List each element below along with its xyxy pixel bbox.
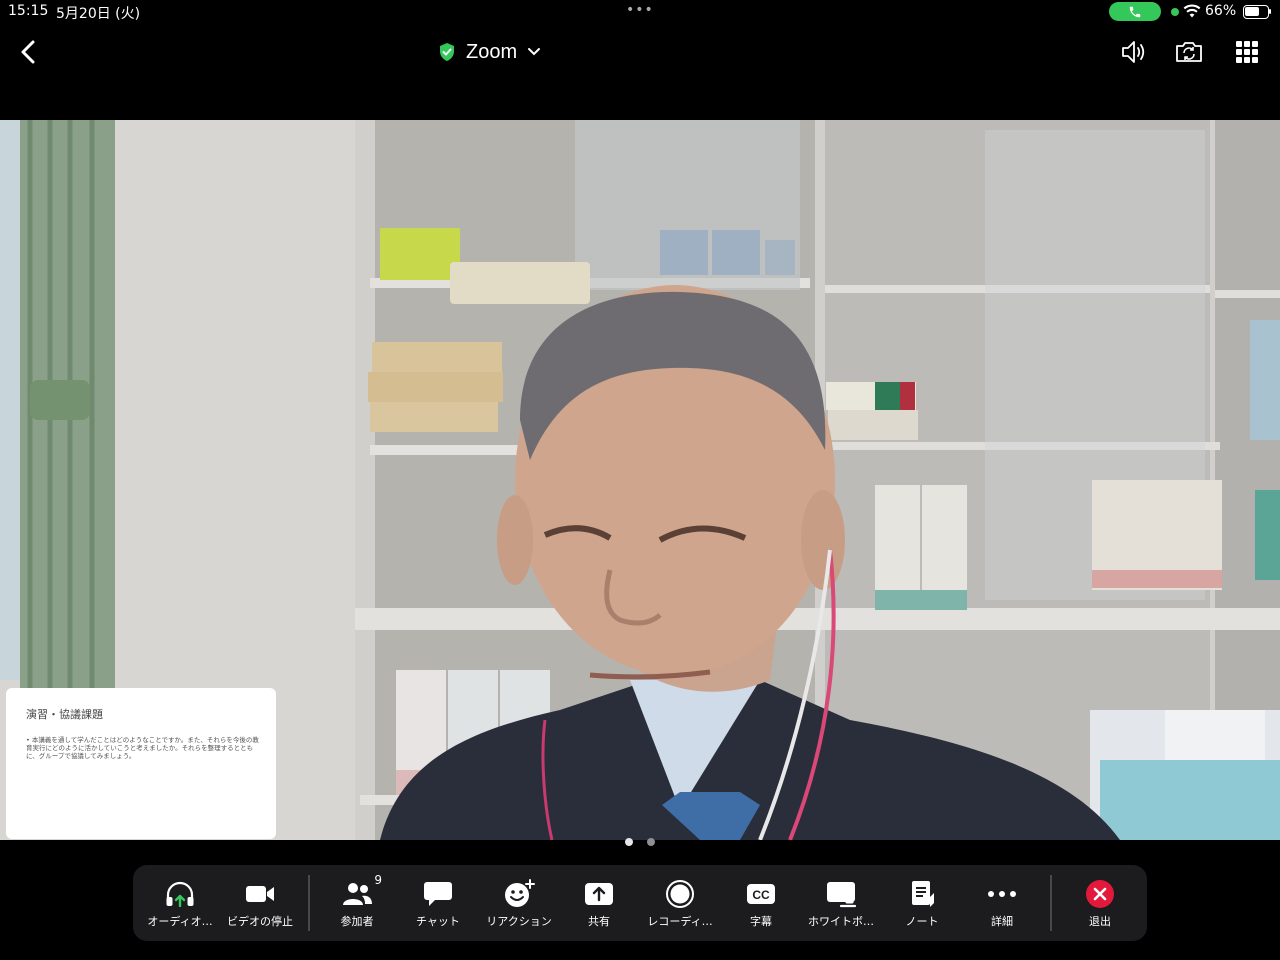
stop-video-label: ビデオの停止 <box>227 915 293 928</box>
closed-captions-icon: CC <box>747 884 775 904</box>
svg-text:CC: CC <box>752 888 770 902</box>
slide-title: 演習・協議課題 <box>26 708 103 721</box>
back-button[interactable] <box>16 36 44 68</box>
mic-in-use-indicator <box>1171 8 1179 16</box>
headphones-icon <box>166 881 194 908</box>
meeting-toolbar: オーディオ… ビデオの停止 9 参加者 チャット リアクション 共有 レコーディ… <box>133 865 1147 941</box>
stop-video-button[interactable]: ビデオの停止 <box>220 865 300 941</box>
close-circle-icon <box>1086 880 1114 908</box>
leave-meeting-button[interactable]: 退出 <box>1060 865 1140 941</box>
share-upload-icon <box>585 883 613 905</box>
participants-count-badge: 9 <box>374 873 382 887</box>
meeting-title-button[interactable]: Zoom <box>438 36 541 68</box>
toolbar-divider <box>1050 875 1052 931</box>
shield-check-icon <box>440 43 454 61</box>
whiteboard-label: ホワイトボ… <box>808 915 874 928</box>
chevron-left-icon <box>21 40 35 64</box>
grid-icon <box>1236 41 1258 63</box>
record-label: レコーディ… <box>647 915 713 928</box>
chat-button[interactable]: チャット <box>398 865 478 941</box>
meeting-title: Zoom <box>466 40 518 63</box>
camera-flip-icon <box>1176 42 1202 62</box>
notes-label: ノート <box>905 915 939 928</box>
captions-button[interactable]: CC 字幕 <box>721 865 801 941</box>
battery-level <box>1245 7 1259 16</box>
share-button[interactable]: 共有 <box>559 865 639 941</box>
audio-label: オーディオ… <box>147 915 213 928</box>
status-date: 5月20日 (火) <box>56 6 141 22</box>
participants-label: 参加者 <box>340 915 374 928</box>
gallery-view-button[interactable] <box>1231 36 1263 68</box>
participants-icon <box>343 883 372 905</box>
reactions-label: リアクション <box>486 915 552 928</box>
multitask-dots[interactable]: ••• <box>626 2 654 18</box>
phone-icon <box>1129 6 1141 17</box>
leave-label: 退出 <box>1089 915 1111 928</box>
shared-screen-thumbnail[interactable]: 演習・協議課題 • 本講義を通して学んだことはどのようなことですか。また、それら… <box>6 688 276 839</box>
whiteboard-button[interactable]: ホワイトボ… <box>801 865 881 941</box>
chat-label: チャット <box>416 915 460 928</box>
audio-button[interactable]: オーディオ… <box>140 865 220 941</box>
share-label: 共有 <box>588 915 610 928</box>
chat-bubble-icon <box>424 882 452 906</box>
status-bar: 15:15 5月20日 (火) ••• 66% <box>0 0 1280 24</box>
more-dots-icon <box>988 891 1016 897</box>
page-indicator[interactable] <box>0 838 1280 848</box>
speaker-button[interactable] <box>1117 36 1149 68</box>
toolbar-divider <box>308 875 310 931</box>
captions-label: 字幕 <box>750 915 772 928</box>
speaker-icon <box>1122 41 1145 63</box>
more-label: 詳細 <box>991 915 1013 928</box>
battery-icon <box>1243 5 1271 19</box>
record-button[interactable]: レコーディ… <box>640 865 720 941</box>
status-time: 15:15 <box>8 3 49 19</box>
record-icon <box>666 880 694 908</box>
notes-icon <box>912 881 934 907</box>
chevron-down-icon <box>528 48 541 56</box>
wifi-icon <box>1183 4 1201 22</box>
battery-percent: 66% <box>1205 3 1237 19</box>
whiteboard-icon <box>827 882 857 908</box>
more-button[interactable]: 詳細 <box>962 865 1042 941</box>
emoji-add-icon <box>505 879 535 907</box>
page-dot[interactable] <box>625 838 633 846</box>
notes-button[interactable]: ノート <box>882 865 962 941</box>
slide-body: • 本講義を通して学んだことはどのようなことですか。また、それらを今後の教育実行… <box>26 736 259 760</box>
active-call-pill[interactable] <box>1109 2 1161 21</box>
meeting-top-bar: Zoom <box>0 24 1280 88</box>
reactions-button[interactable]: リアクション <box>479 865 559 941</box>
video-camera-icon <box>246 886 274 902</box>
switch-camera-button[interactable] <box>1173 36 1205 68</box>
participants-button[interactable]: 9 参加者 <box>317 865 397 941</box>
page-dot[interactable] <box>647 838 655 846</box>
